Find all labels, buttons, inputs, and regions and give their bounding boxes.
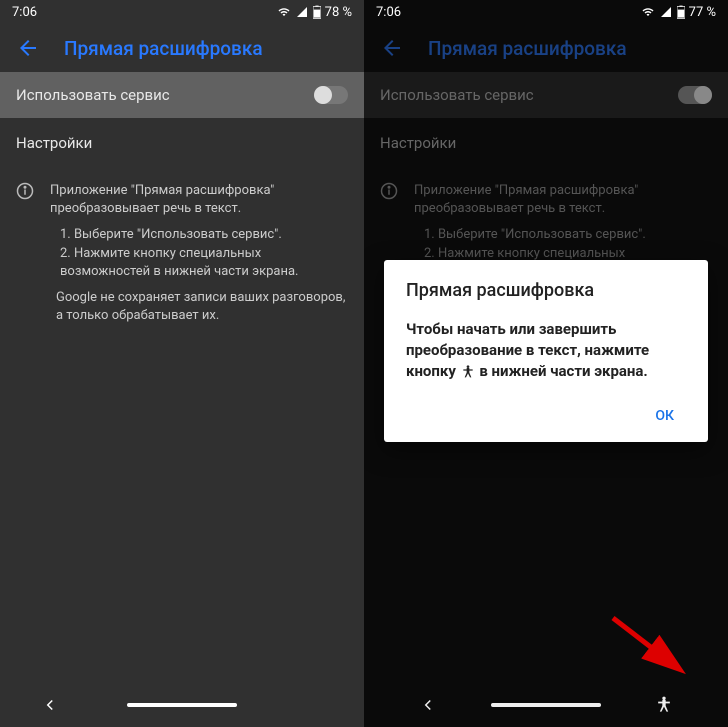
arrow-annotation	[608, 613, 698, 687]
use-service-toggle[interactable]	[314, 86, 348, 104]
info-step1: 1. Выберите "Использовать сервис".	[60, 226, 348, 244]
nav-back-icon[interactable]	[404, 696, 452, 714]
accessibility-icon	[460, 364, 476, 380]
status-time: 7:06	[12, 5, 37, 20]
nav-accessibility-button[interactable]	[640, 695, 688, 715]
info-step2: 2. Нажмите кнопку специальных возможност…	[60, 245, 348, 281]
use-service-toggle[interactable]	[678, 86, 712, 104]
info-section: Приложение "Прямая расшифровка" преобраз…	[0, 168, 364, 347]
info-text: Приложение "Прямая расшифровка" преобраз…	[50, 182, 348, 333]
status-right: 78 %	[277, 5, 352, 20]
status-right: 77 %	[641, 5, 716, 20]
battery-icon	[313, 5, 321, 19]
nav-back-icon[interactable]	[26, 696, 74, 714]
settings-label: Настройки	[16, 134, 92, 152]
status-bar: 7:06 78 %	[0, 0, 364, 24]
back-arrow-icon[interactable]	[16, 36, 40, 60]
app-bar: Прямая расшифровка	[364, 24, 728, 72]
phone-right: 7:06 77 % Прямая расшифровка Использоват…	[364, 0, 728, 727]
settings-row[interactable]: Настройки	[0, 118, 364, 168]
wifi-icon	[641, 6, 655, 18]
phone-left: 7:06 78 % Прямая расшифровка Использоват…	[0, 0, 364, 727]
nav-home-pill[interactable]	[127, 703, 237, 707]
info-line1: Приложение "Прямая расшифровка" преобраз…	[50, 182, 348, 218]
use-service-label: Использовать сервис	[16, 86, 170, 104]
wifi-icon	[277, 6, 291, 18]
dialog-body-after: в нижней части экрана.	[476, 362, 648, 380]
settings-label: Настройки	[380, 134, 456, 152]
app-bar: Прямая расшифровка	[0, 24, 364, 72]
dialog-actions: ОК	[406, 400, 686, 432]
dialog: Прямая расшифровка Чтобы начать или заве…	[384, 260, 708, 442]
page-title: Прямая расшифровка	[64, 37, 263, 60]
battery-icon	[677, 5, 685, 19]
status-battery: 78 %	[325, 5, 352, 20]
status-battery: 77 %	[689, 5, 716, 20]
page-title: Прямая расшифровка	[428, 37, 627, 60]
nav-bar	[364, 683, 728, 727]
use-service-row[interactable]: Использовать сервис	[0, 72, 364, 118]
signal-icon	[659, 6, 673, 18]
status-time: 7:06	[376, 5, 401, 20]
use-service-row[interactable]: Использовать сервис	[364, 72, 728, 118]
info-line1: Приложение "Прямая расшифровка" преобраз…	[414, 182, 712, 218]
settings-row[interactable]: Настройки	[364, 118, 728, 168]
info-line3: Google не сохраняет записи ваших разгово…	[50, 289, 348, 325]
dialog-ok-button[interactable]: ОК	[643, 400, 686, 432]
toggle-thumb	[314, 86, 332, 104]
toggle-thumb	[694, 86, 712, 104]
back-arrow-icon[interactable]	[380, 36, 404, 60]
dialog-title: Прямая расшифровка	[406, 280, 686, 301]
status-bar: 7:06 77 %	[364, 0, 728, 24]
nav-home-pill[interactable]	[491, 703, 601, 707]
nav-bar	[0, 683, 364, 727]
info-step1: 1. Выберите "Использовать сервис".	[424, 226, 712, 244]
info-icon	[16, 182, 34, 333]
use-service-label: Использовать сервис	[380, 86, 534, 104]
signal-icon	[295, 6, 309, 18]
dialog-body: Чтобы начать или завершить преобразовани…	[406, 319, 686, 382]
